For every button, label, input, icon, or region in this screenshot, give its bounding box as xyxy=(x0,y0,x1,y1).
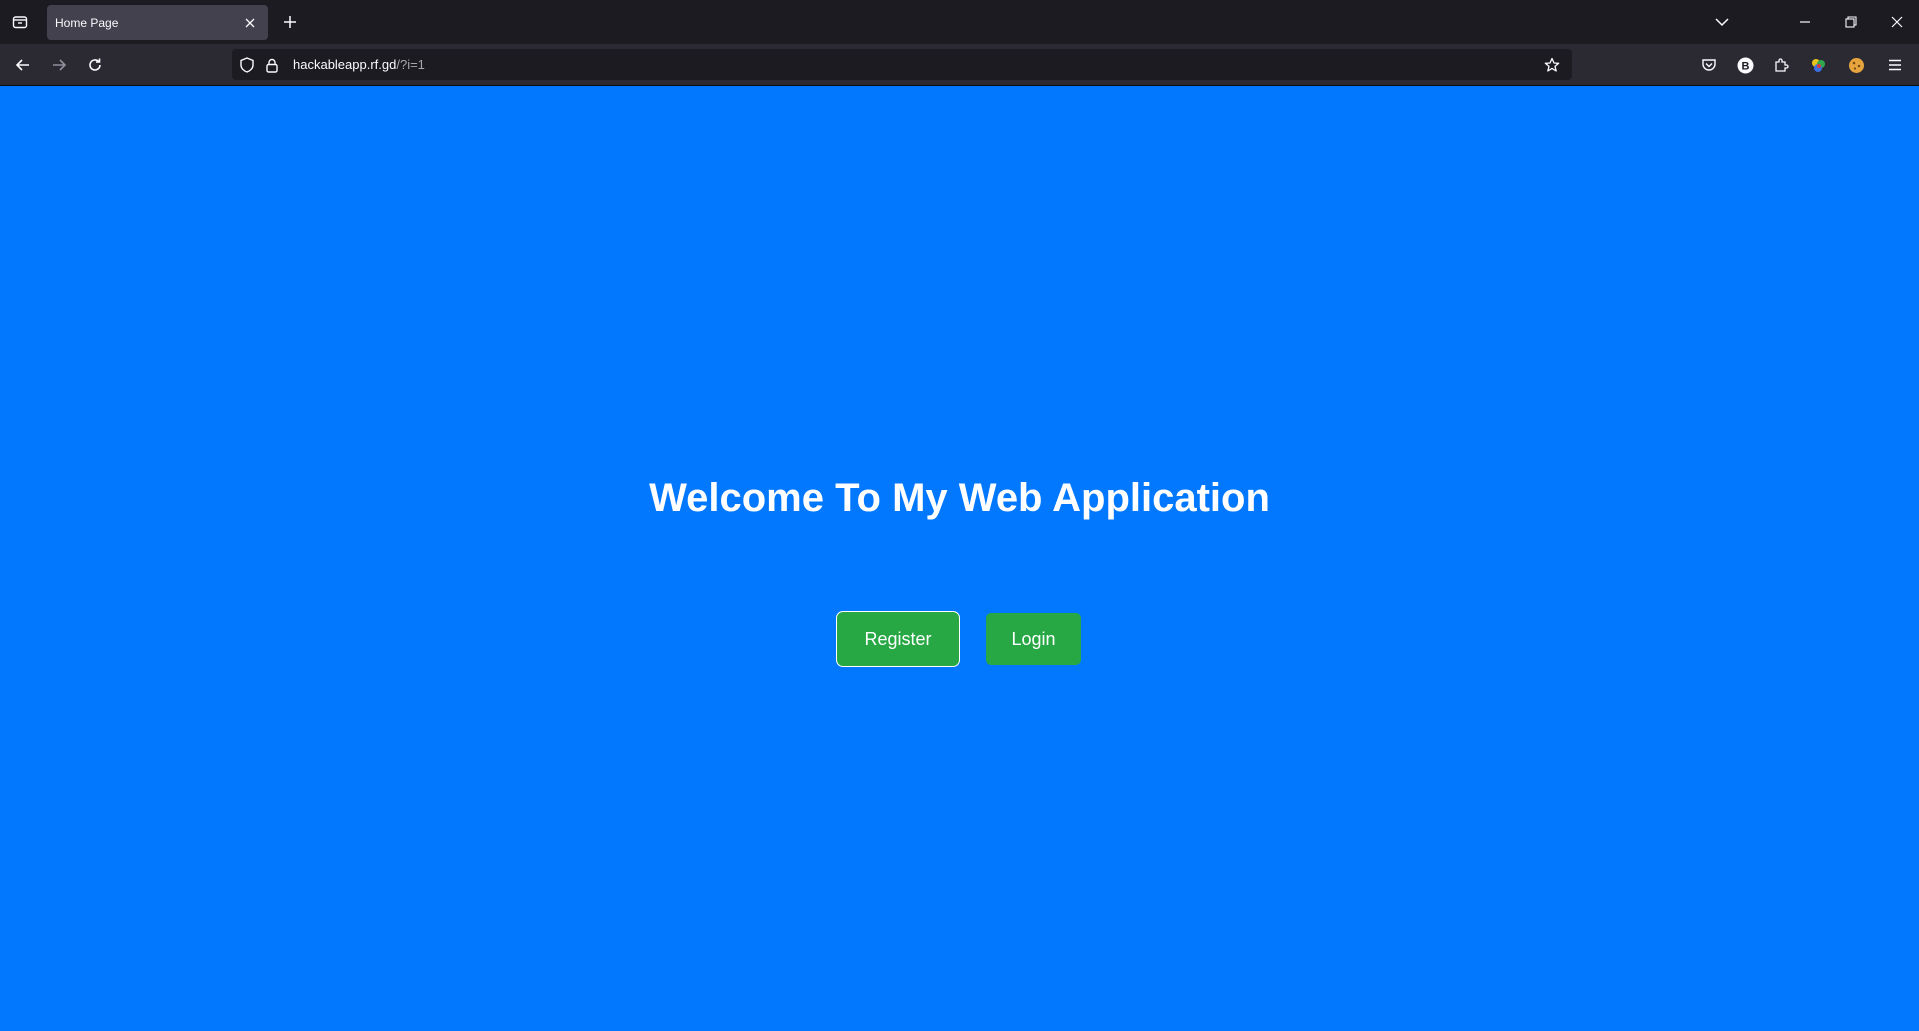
colorful-extension-icon[interactable] xyxy=(1807,54,1829,76)
address-bar[interactable]: hackableapp.rf.gd/?i=1 xyxy=(232,49,1572,80)
chevron-down-icon[interactable] xyxy=(1710,12,1734,32)
close-icon[interactable] xyxy=(242,15,258,31)
reload-icon[interactable] xyxy=(82,52,108,78)
page-content: Welcome To My Web Application Register L… xyxy=(0,86,1919,1031)
star-bookmark-icon[interactable] xyxy=(1543,56,1561,74)
window-close-icon[interactable] xyxy=(1882,8,1912,36)
back-arrow-icon[interactable] xyxy=(10,52,36,78)
url-host: hackableapp.rf.gd xyxy=(293,57,397,72)
register-button[interactable]: Register xyxy=(838,613,958,665)
firefox-view-icon[interactable] xyxy=(0,0,40,44)
forward-arrow-icon[interactable] xyxy=(46,52,72,78)
hamburger-menu-icon[interactable] xyxy=(1884,54,1906,76)
new-tab-plus-icon[interactable] xyxy=(280,12,300,32)
page-title: Welcome To My Web Application xyxy=(649,476,1270,520)
url-text[interactable]: hackableapp.rf.gd/?i=1 xyxy=(293,57,425,72)
tab-title: Home Page xyxy=(55,15,119,30)
shield-icon[interactable] xyxy=(238,56,256,74)
login-button[interactable]: Login xyxy=(986,613,1081,665)
extension-b-icon[interactable]: B xyxy=(1734,54,1756,76)
extension-badge-text: B xyxy=(1741,60,1749,72)
lock-icon[interactable] xyxy=(263,56,281,74)
cookie-extension-icon[interactable] xyxy=(1845,54,1867,76)
url-path: /?i=1 xyxy=(396,57,425,72)
extensions-puzzle-icon[interactable] xyxy=(1770,54,1792,76)
navigation-toolbar: hackableapp.rf.gd/?i=1 B xyxy=(0,44,1919,86)
pocket-icon[interactable] xyxy=(1698,54,1720,76)
restore-icon[interactable] xyxy=(1836,8,1866,36)
minimize-icon[interactable] xyxy=(1790,8,1820,36)
tab-bar: Home Page xyxy=(0,0,1919,44)
tab-home-page[interactable]: Home Page xyxy=(47,5,268,40)
